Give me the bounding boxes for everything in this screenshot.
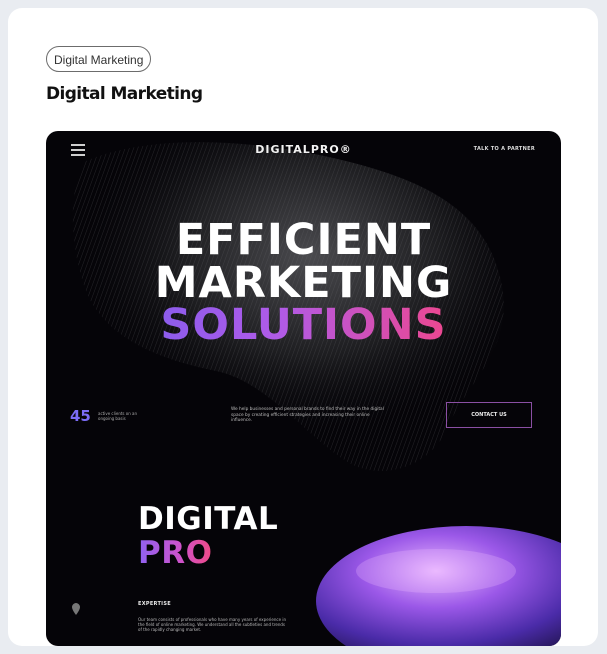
stat-number: 45	[70, 407, 91, 425]
card-title[interactable]: Digital Marketing	[46, 84, 203, 104]
category-tag[interactable]: Digital Marketing	[46, 46, 152, 72]
contact-us-button[interactable]: CONTACT US	[446, 402, 532, 428]
hero-description: We help businesses and personal brands t…	[231, 407, 384, 423]
hero-line-3: SOLUTIONS	[46, 304, 561, 347]
expertise-text: Our team consists of professionals who h…	[138, 617, 286, 632]
project-card[interactable]: Digital Marketing Digital Marketing DIGI…	[8, 8, 598, 646]
nav-cta-link[interactable]: TALK TO A PARTNER	[474, 146, 535, 152]
expertise-label: EXPERTISE	[138, 601, 171, 607]
project-preview-image[interactable]: DIGITALPRO® TALK TO A PARTNER EFFICIENT …	[46, 131, 561, 646]
hero-line-1: EFFICIENT	[175, 215, 432, 265]
location-pin-icon	[72, 603, 80, 615]
hero-line-2: MARKETING	[154, 258, 453, 308]
abstract-3d-shape	[72, 142, 561, 646]
section-title-line-1: DIGITAL	[138, 501, 279, 537]
stat-label: active clients on an ongoing basis	[98, 411, 138, 421]
section-title-line-2: PRO	[138, 535, 213, 571]
